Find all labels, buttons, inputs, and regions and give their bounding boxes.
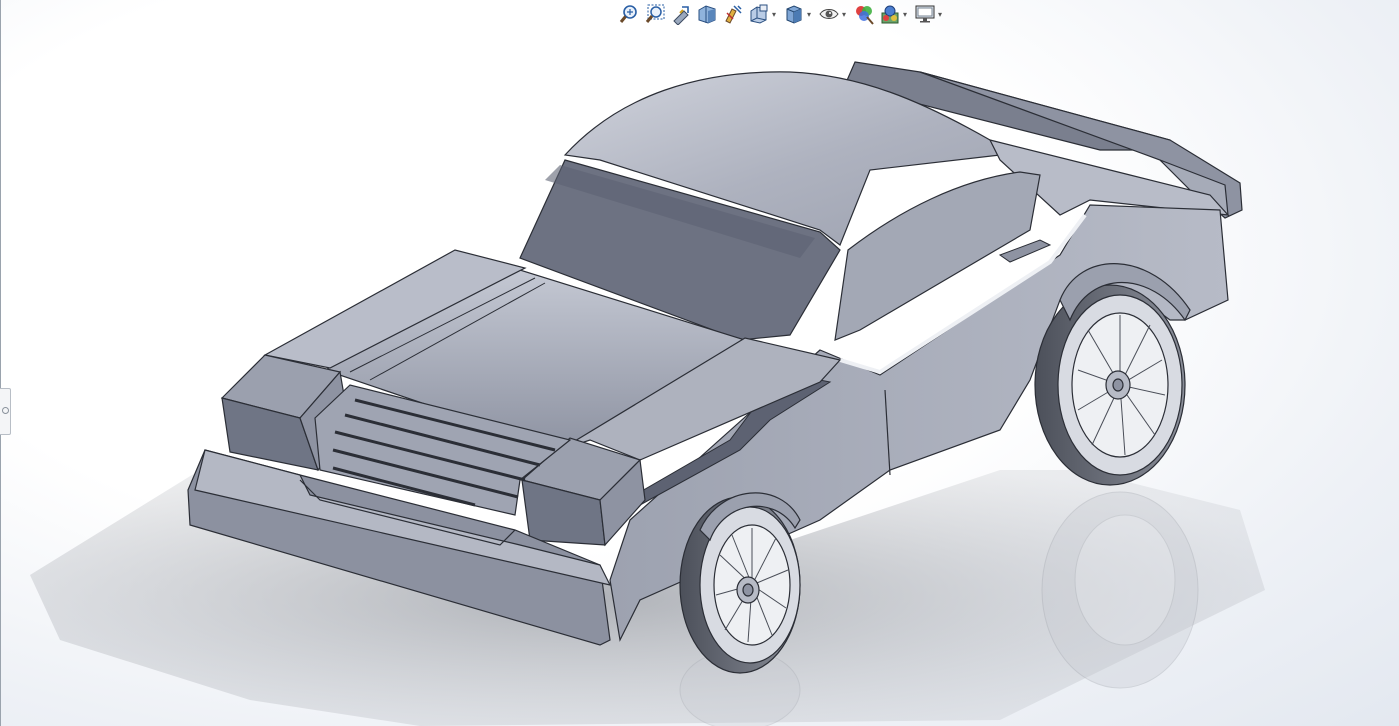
display-style-dropdown-arrow[interactable]: ▾ [805,10,813,19]
hide-show-items-button[interactable] [818,3,840,25]
apply-scene-button[interactable] [879,3,901,25]
zoom-to-fit-icon [619,5,637,23]
dynamic-annotation-views-button[interactable] [722,3,744,25]
section-view-icon [698,5,716,24]
monitor-icon [915,5,935,23]
dynamic-annotation-views-icon [725,5,742,24]
view-orientation-icon [750,4,768,24]
view-orientation-dropdown-arrow[interactable]: ▾ [770,10,778,19]
edit-appearance-icon [856,6,874,25]
edit-appearance-button[interactable] [853,3,875,25]
previous-view-button[interactable] [670,3,692,25]
zoom-to-fit-button[interactable] [618,3,640,25]
zoom-to-area-button[interactable] [644,3,666,25]
car-model[interactable] [0,0,1399,726]
display-style-icon [786,5,802,24]
heads-up-view-toolbar: ▾ ▾ ▾ ▾ ▾ [618,2,949,26]
previous-view-icon [673,6,689,25]
rear-wheel-reflection [1041,491,1199,689]
apply-scene-dropdown-arrow[interactable]: ▾ [901,10,909,19]
zoom-to-area-icon [645,4,665,23]
rear-wheel [1034,284,1186,486]
view-orientation-button[interactable] [748,3,770,25]
graphics-area[interactable]: ▾ ▾ ▾ ▾ ▾ [0,0,1399,726]
hide-show-items-icon [819,9,839,19]
view-settings-dropdown-arrow[interactable]: ▾ [936,10,944,19]
section-view-button[interactable] [696,3,718,25]
view-settings-button[interactable] [914,3,936,25]
apply-scene-icon [881,5,899,24]
display-style-button[interactable] [783,3,805,25]
front-wheel [679,496,801,674]
hide-show-items-dropdown-arrow[interactable]: ▾ [840,10,848,19]
